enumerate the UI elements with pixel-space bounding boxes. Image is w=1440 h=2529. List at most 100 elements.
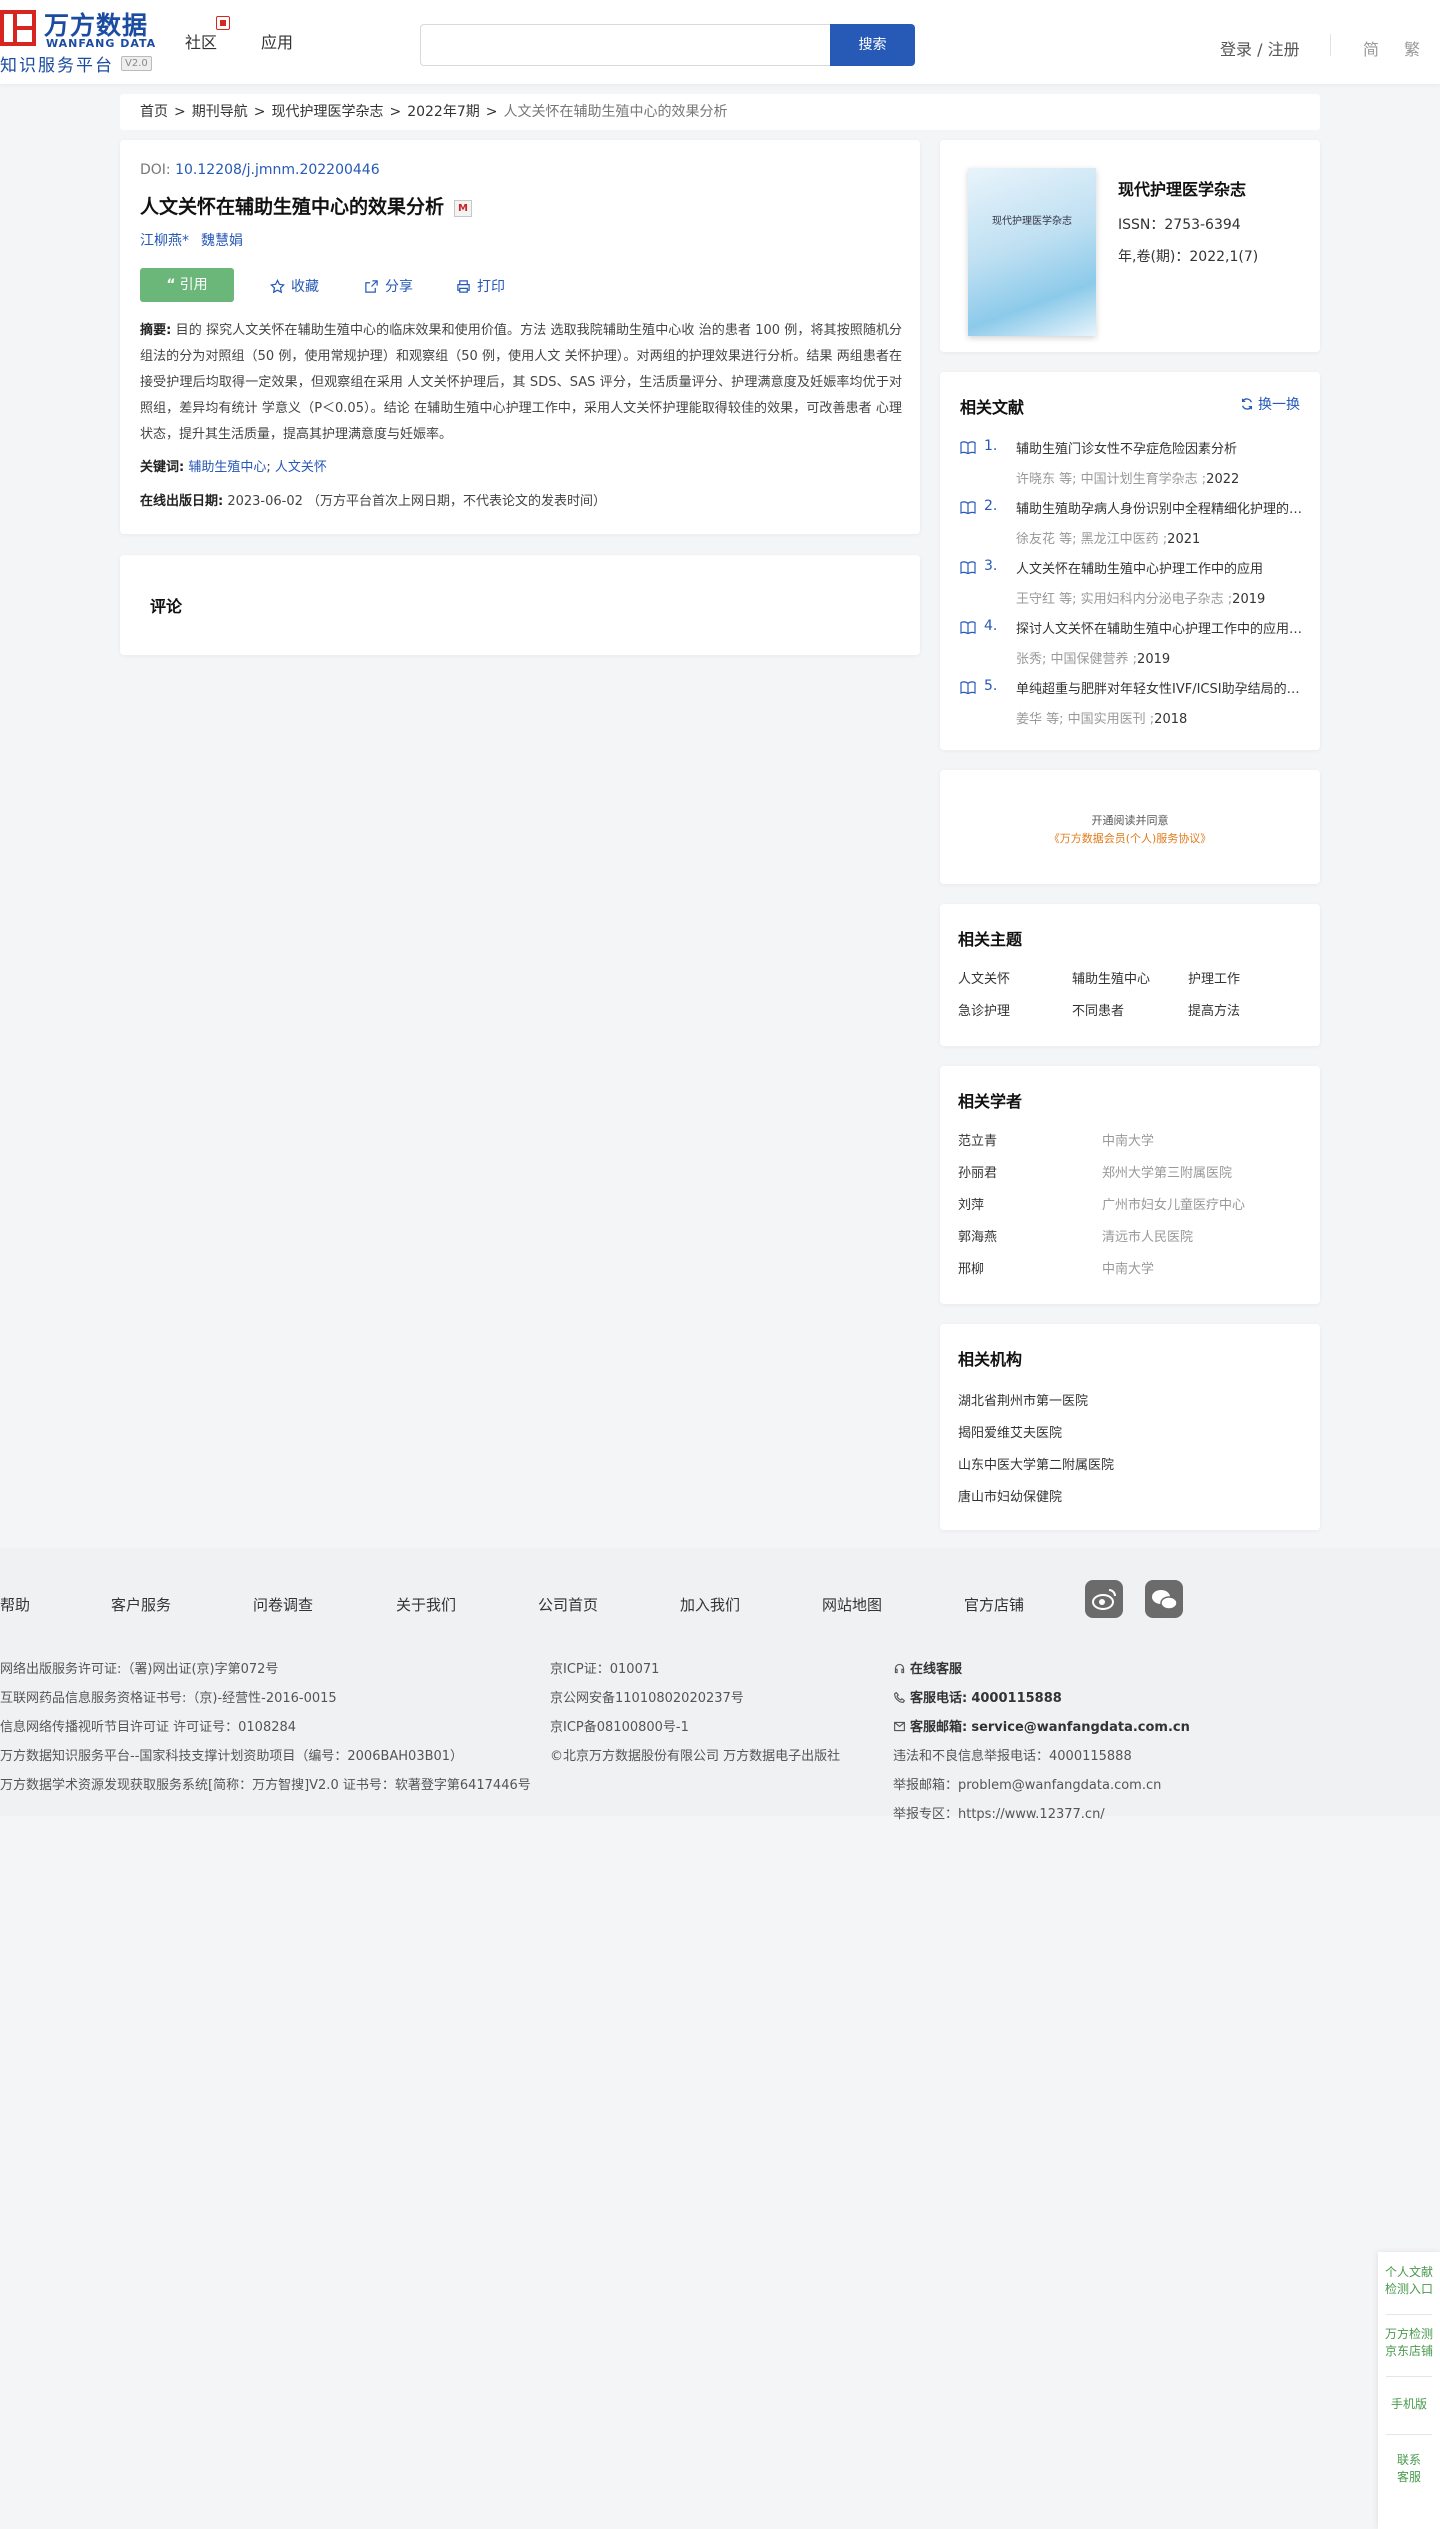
doc-meta: 徐友花 等; 黑龙江中医药 ;2021 <box>1016 528 1200 547</box>
breadcrumb-sep: > <box>485 104 498 120</box>
book-icon <box>960 501 976 518</box>
headset-icon <box>894 1663 905 1674</box>
footer-link-sitemap[interactable]: 网站地图 <box>822 1594 882 1615</box>
weibo-icon[interactable] <box>1085 1580 1123 1618</box>
cover-title: 现代护理医学杂志 <box>992 216 1072 227</box>
report-email: 举报邮箱：problem@wanfangdata.com.cn <box>893 1778 1162 1793</box>
breadcrumb-journal[interactable]: 现代护理医学杂志 <box>271 104 383 120</box>
site-footer: 帮助 客户服务 问卷调查 关于我们 公司首页 加入我们 网站地图 官方店铺 网络… <box>0 1548 1440 1822</box>
doi-link[interactable]: 10.12208/j.jmnm.202200446 <box>175 162 380 178</box>
topic-link[interactable]: 辅助生殖中心 <box>1072 968 1150 987</box>
doc-number: 1. <box>984 438 998 454</box>
doc-title-link[interactable]: 辅助生殖门诊女性不孕症危险因素分析 <box>1016 438 1306 457</box>
nav-community[interactable]: 社区 <box>185 29 217 53</box>
scholar-name[interactable]: 范立青 <box>958 1130 997 1149</box>
book-icon <box>960 621 976 638</box>
breadcrumb-sep: > <box>389 104 402 120</box>
breadcrumb-home[interactable]: 首页 <box>140 104 168 120</box>
scholar-org: 广州市妇女儿童医疗中心 <box>1102 1198 1246 1213</box>
abstract: 摘要: 目的 探究人文关怀在辅助生殖中心的临床效果和使用价值。方法 选取我院辅助… <box>140 318 902 448</box>
breadcrumb-current: 人文关怀在辅助生殖中心的效果分析 <box>503 104 728 120</box>
abstract-text: 目的 探究人文关怀在辅助生殖中心的临床效果和使用价值。方法 选取我院辅助生殖中心… <box>140 323 902 442</box>
topic-link[interactable]: 护理工作 <box>1188 968 1240 987</box>
breadcrumb-journals[interactable]: 期刊导航 <box>192 104 248 120</box>
collect-button[interactable]: 收藏 <box>269 276 319 296</box>
org-link[interactable]: 山东中医大学第二附属医院 <box>958 1454 1114 1473</box>
journal-volume: 年,卷(期)：2022,1(7) <box>1118 249 1259 265</box>
open-notice-card: 开通阅读并同意 《万方数据会员(个人)服务协议》 <box>940 770 1320 884</box>
login-register-link[interactable]: 登录 / 注册 <box>1220 36 1300 60</box>
doc-title-link[interactable]: 辅助生殖助孕病人身份识别中全程精细化护理的应用 <box>1016 498 1306 517</box>
related-scholars-card: 相关学者 范立青 中南大学 孙丽君 郑州大学第三附属医院 刘萍 广州市妇女儿童医… <box>940 1066 1320 1304</box>
topic-link[interactable]: 急诊护理 <box>958 1000 1010 1019</box>
keyword-link[interactable]: 辅助生殖中心 <box>188 460 266 475</box>
collect-label: 收藏 <box>291 279 319 295</box>
doc-authors: 王守红 等; <box>1016 592 1077 607</box>
doc-year: 2019 <box>1137 652 1171 667</box>
scholar-name[interactable]: 邢柳 <box>958 1258 984 1277</box>
search-input[interactable] <box>420 24 830 66</box>
scholar-name[interactable]: 郭海燕 <box>958 1226 997 1245</box>
keyword-sep: ; <box>266 460 271 475</box>
footer-link-home[interactable]: 公司首页 <box>538 1594 598 1615</box>
community-badge-icon <box>216 16 230 30</box>
footer-link-join[interactable]: 加入我们 <box>680 1594 740 1615</box>
lang-simplified[interactable]: 简 <box>1363 36 1379 60</box>
doc-meta: 姜华 等; 中国实用医刊 ;2018 <box>1016 708 1187 727</box>
topic-link[interactable]: 不同患者 <box>1072 1000 1124 1019</box>
float-mobile[interactable]: 手机版 <box>1378 2396 1440 2413</box>
refresh-button[interactable]: 换一换 <box>1240 394 1300 414</box>
online-service-link[interactable]: 在线客服 <box>893 1658 962 1677</box>
footer-link-service[interactable]: 客户服务 <box>111 1594 171 1615</box>
wanfang-logo[interactable]: 万方数据 WANFANG DATA 知识服务平台 V2.0 <box>0 6 155 76</box>
org-link[interactable]: 揭阳爱维艾夫医院 <box>958 1422 1062 1441</box>
share-button[interactable]: 分享 <box>364 276 413 296</box>
footer-link-help[interactable]: 帮助 <box>0 1594 30 1615</box>
search-button[interactable]: 搜索 <box>830 24 915 66</box>
service-agreement-link[interactable]: 《万方数据会员(个人)服务协议》 <box>940 830 1320 846</box>
org-link[interactable]: 唐山市妇幼保健院 <box>958 1486 1062 1505</box>
report-site-link[interactable]: 举报专区：https://www.12377.cn/ <box>893 1803 1105 1822</box>
print-button[interactable]: 打印 <box>456 276 505 296</box>
journal-cover[interactable]: 现代护理医学杂志 <box>968 168 1096 336</box>
footer-license: 万方数据知识服务平台--国家科技支撑计划资助项目（编号：2006BAH03B01… <box>0 1749 464 1764</box>
author-link[interactable]: 魏慧娟 <box>201 233 243 249</box>
scholar-name[interactable]: 刘萍 <box>958 1194 984 1213</box>
footer-link-survey[interactable]: 问卷调查 <box>253 1594 313 1615</box>
footer-link-store[interactable]: 官方店铺 <box>964 1594 1024 1615</box>
topic-link[interactable]: 提高方法 <box>1188 1000 1240 1019</box>
float-divider <box>1386 2314 1432 2315</box>
phone-value: 4000115888 <box>971 1691 1062 1706</box>
refresh-icon <box>1241 398 1253 410</box>
float-plagiarism-check[interactable]: 个人文献检测入口 <box>1378 2264 1440 2298</box>
breadcrumb-sep: > <box>174 104 186 120</box>
cite-button[interactable]: “引用 <box>140 268 234 302</box>
phone-icon <box>894 1691 906 1703</box>
wechat-icon[interactable] <box>1145 1580 1183 1618</box>
float-contact[interactable]: 联系客服 <box>1378 2452 1440 2486</box>
related-orgs-card: 相关机构 湖北省荆州市第一医院 揭阳爱维艾夫医院 山东中医大学第二附属医院 唐山… <box>940 1324 1320 1530</box>
org-link[interactable]: 湖北省荆州市第一医院 <box>958 1390 1088 1409</box>
footer-link-about[interactable]: 关于我们 <box>396 1594 456 1615</box>
doc-title-link[interactable]: 人文关怀在辅助生殖中心护理工作中的应用 <box>1016 558 1306 577</box>
email-value[interactable]: service@wanfangdata.com.cn <box>971 1720 1190 1735</box>
float-jd-store[interactable]: 万方检测京东店铺 <box>1378 2326 1440 2360</box>
doc-title-link[interactable]: 单纯超重与肥胖对年轻女性IVF/ICSI助孕结局的影响 <box>1016 678 1306 697</box>
footer-icp: 京公网安备11010802020237号 <box>550 1691 744 1706</box>
nav-apps[interactable]: 应用 <box>261 29 293 53</box>
lang-traditional[interactable]: 繁 <box>1404 36 1420 60</box>
topic-link[interactable]: 人文关怀 <box>958 968 1010 987</box>
m-badge-icon: M <box>454 200 473 217</box>
keyword-link[interactable]: 人文关怀 <box>275 460 327 475</box>
doc-source: 中国保健营养 ; <box>1050 652 1138 667</box>
author-link[interactable]: 江柳燕* <box>140 233 189 249</box>
doi-label: DOI: <box>140 162 171 178</box>
article-title-text: 人文关怀在辅助生殖中心的效果分析 <box>140 196 445 218</box>
doc-title-link[interactable]: 探讨人文关怀在辅助生殖中心护理工作中的应用效果 <box>1016 618 1306 637</box>
journal-card: 现代护理医学杂志 现代护理医学杂志 ISSN：2753-6394 年,卷(期)：… <box>940 140 1320 352</box>
journal-name[interactable]: 现代护理医学杂志 <box>1118 176 1246 200</box>
scholar-name[interactable]: 孙丽君 <box>958 1162 997 1181</box>
breadcrumb-issue[interactable]: 2022年7期 <box>407 104 480 120</box>
right-float-bar: 个人文献检测入口 万方检测京东店铺 手机版 联系客服 <box>1378 2252 1440 2529</box>
doc-source: 中国实用医刊 ; <box>1067 712 1155 727</box>
